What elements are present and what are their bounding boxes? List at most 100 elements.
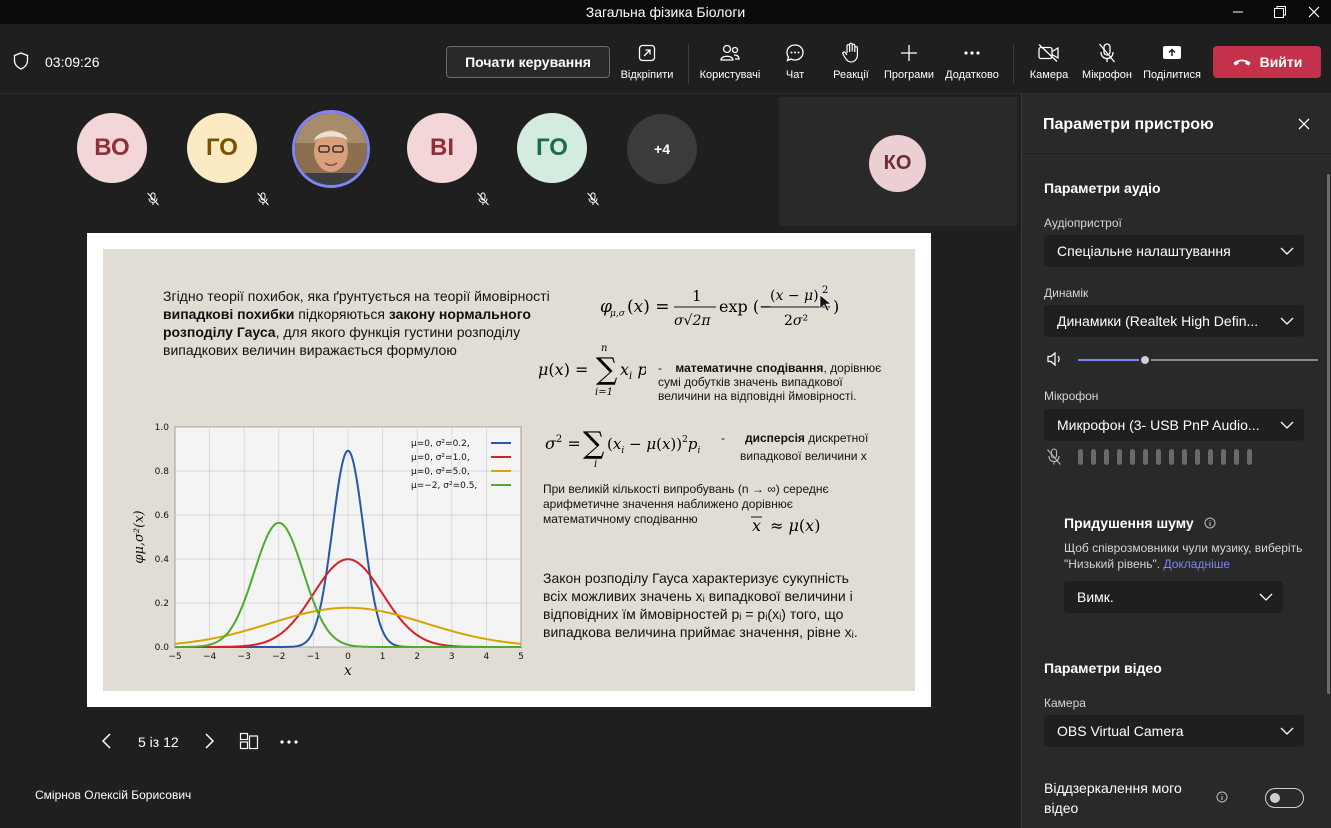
y-tick-label: 0.2 (155, 599, 169, 609)
intro-line-4: випадкових величин виражається формулою (163, 342, 457, 358)
audio-device-label: Аудіопристрої (1044, 216, 1122, 230)
info-icon[interactable] (1216, 791, 1228, 803)
volume-fill (1078, 359, 1146, 361)
chat-label: Чат (785, 69, 805, 81)
y-tick-label: 1.0 (155, 423, 170, 433)
noise-suppression-dropdown[interactable]: Вимк. (1064, 581, 1283, 613)
mic-toggle-button[interactable]: Мікрофон (1080, 38, 1134, 90)
y-tick-label: 0.4 (155, 555, 170, 565)
self-view-tile[interactable]: КО (779, 97, 1017, 226)
mic-muted-icon (587, 192, 599, 206)
x-tick-label: 0 (345, 652, 351, 662)
expectation-line-3: величини на відповідні ймовірності. (658, 389, 857, 403)
intro-bold-2: закону нормального (388, 306, 531, 322)
svg-text:n: n (601, 343, 607, 354)
react-button[interactable]: Реакції (830, 38, 872, 90)
y-tick-label: 0.6 (155, 511, 170, 521)
presenter-name: Смірнов Олексій Борисович (35, 788, 192, 802)
expectation-rest: , дорівнює (823, 361, 882, 375)
people-icon (720, 44, 740, 61)
mic-label: Мікрофон (1082, 69, 1132, 81)
svg-text:∑: ∑ (596, 352, 618, 387)
audio-device-dropdown[interactable]: Спеціальне налаштування (1044, 235, 1304, 267)
y-tick-label: 0.0 (155, 643, 170, 653)
x-tick-label: 1 (380, 652, 386, 662)
intro-paragraph: Згідно теорії похибок, яка ґрунтується н… (163, 287, 583, 359)
device-settings-panel: Параметри пристрою Параметри аудіо Аудіо… (1021, 94, 1331, 828)
speaker-value: Динамики (Realtek High Defin... (1057, 313, 1259, 329)
x-tick-label: 3 (449, 652, 455, 662)
info-icon[interactable] (1204, 517, 1216, 529)
participant-initials: ГО (536, 134, 568, 161)
speaker-volume-slider[interactable] (1078, 354, 1318, 366)
audio-section-title: Параметри аудіо (1044, 180, 1161, 196)
minimize-button[interactable] (1215, 0, 1261, 24)
hang-up-icon (1233, 59, 1251, 66)
legend-label: μ=0, σ²=5.0, (411, 467, 470, 477)
limit-line-2: арифметичне значення наближено дорівнює (543, 497, 793, 511)
noise-suppression-description: Щоб співрозмовники чули музику, виберіть… (1064, 540, 1304, 572)
y-axis-label: φμ,σ²(x) (132, 510, 147, 563)
svg-text:1: 1 (692, 287, 702, 305)
slide-more-icon[interactable] (279, 732, 299, 750)
chevron-down-icon (1280, 317, 1294, 325)
participant-photo (295, 113, 367, 185)
plus-icon (901, 45, 917, 61)
shared-content[interactable]: Згідно теорії похибок, яка ґрунтується н… (87, 233, 931, 707)
svg-text:∑: ∑ (583, 426, 605, 461)
expectation-formula: μ(x) = ∑ n i=1 xi pi (538, 343, 646, 398)
gaussian-chart: −5 −4 −3 −2 −1 0 1 2 3 4 5 0.0 0.2 0.4 0.6 0.8 1.0 x φμ,σ²… (132, 423, 524, 679)
title-bar: Загальна фізика Біологи (0, 0, 1331, 24)
intro-line-3: , для якого функція густини розподілу (275, 324, 521, 340)
panel-scrollbar[interactable] (1327, 174, 1330, 694)
camera-value: OBS Virtual Camera (1057, 723, 1184, 739)
speaker-dropdown[interactable]: Динамики (Realtek High Defin... (1044, 305, 1304, 337)
leave-button[interactable]: Вийти (1213, 46, 1321, 78)
shield-icon (13, 52, 29, 70)
take-control-button[interactable]: Почати керування (446, 46, 610, 78)
apps-button[interactable]: Програми (882, 38, 936, 90)
share-button[interactable]: Поділитися (1142, 38, 1202, 90)
x-tick-label: 5 (518, 652, 524, 662)
mic-dropdown[interactable]: Микрофон (3- USB PnP Audio... (1044, 409, 1304, 441)
next-slide-button[interactable] (202, 732, 216, 750)
variance-rest: дискретної (804, 431, 869, 445)
participant-avatar[interactable]: ГО (187, 113, 257, 183)
chevron-down-icon (1280, 421, 1294, 429)
camera-label: Камера (1029, 69, 1069, 81)
slide-grid-icon[interactable] (239, 732, 259, 750)
more-participants-button[interactable]: +4 (627, 114, 697, 184)
chevron-down-icon (1280, 247, 1294, 255)
leave-label: Вийти (1259, 54, 1303, 70)
more-participants-count: +4 (654, 141, 670, 157)
volume-thumb[interactable] (1139, 354, 1152, 366)
close-window-button[interactable] (1291, 0, 1331, 24)
svg-text:x: x (752, 516, 761, 535)
participant-avatar[interactable]: ВІ (407, 113, 477, 183)
x-tick-label: −1 (307, 652, 320, 662)
chat-button[interactable]: Чат (775, 38, 815, 90)
camera-toggle-button[interactable]: Камера (1028, 38, 1070, 90)
svg-text:2σ²: 2σ² (784, 313, 808, 329)
participant-avatar[interactable]: ГО (517, 113, 587, 183)
intro-line-1: Згідно теорії похибок, яка ґрунтується н… (163, 288, 550, 304)
mic-value: Микрофон (3- USB PnP Audio... (1057, 417, 1260, 433)
mirror-video-toggle[interactable] (1265, 788, 1304, 808)
prev-slide-button[interactable] (100, 732, 114, 750)
speaker-volume-icon (1047, 351, 1060, 367)
mirror-video-label: Віддзеркалення мого відео (1044, 780, 1182, 816)
gauss-law-text: Закон розподілу Гауса характеризує сукуп… (543, 569, 913, 641)
more-button[interactable]: Додатково (943, 38, 1001, 90)
variance-line-2: випадкової величини x (740, 449, 867, 463)
close-icon (1308, 6, 1320, 18)
learn-more-link[interactable]: Докладніше (1163, 557, 1230, 571)
svg-text:2: 2 (822, 285, 828, 296)
popout-button[interactable]: Відкріпити (618, 38, 676, 90)
participant-video-avatar[interactable] (292, 110, 370, 188)
close-panel-button[interactable] (1296, 116, 1312, 132)
people-button[interactable]: Користувачі (698, 38, 762, 90)
participant-avatar[interactable]: ВО (77, 113, 147, 183)
camera-dropdown[interactable]: OBS Virtual Camera (1044, 715, 1304, 747)
gauss-law-line-1: Закон розподілу Гауса характеризує сукуп… (543, 570, 849, 586)
panel-title: Параметри пристрою (1043, 116, 1214, 133)
